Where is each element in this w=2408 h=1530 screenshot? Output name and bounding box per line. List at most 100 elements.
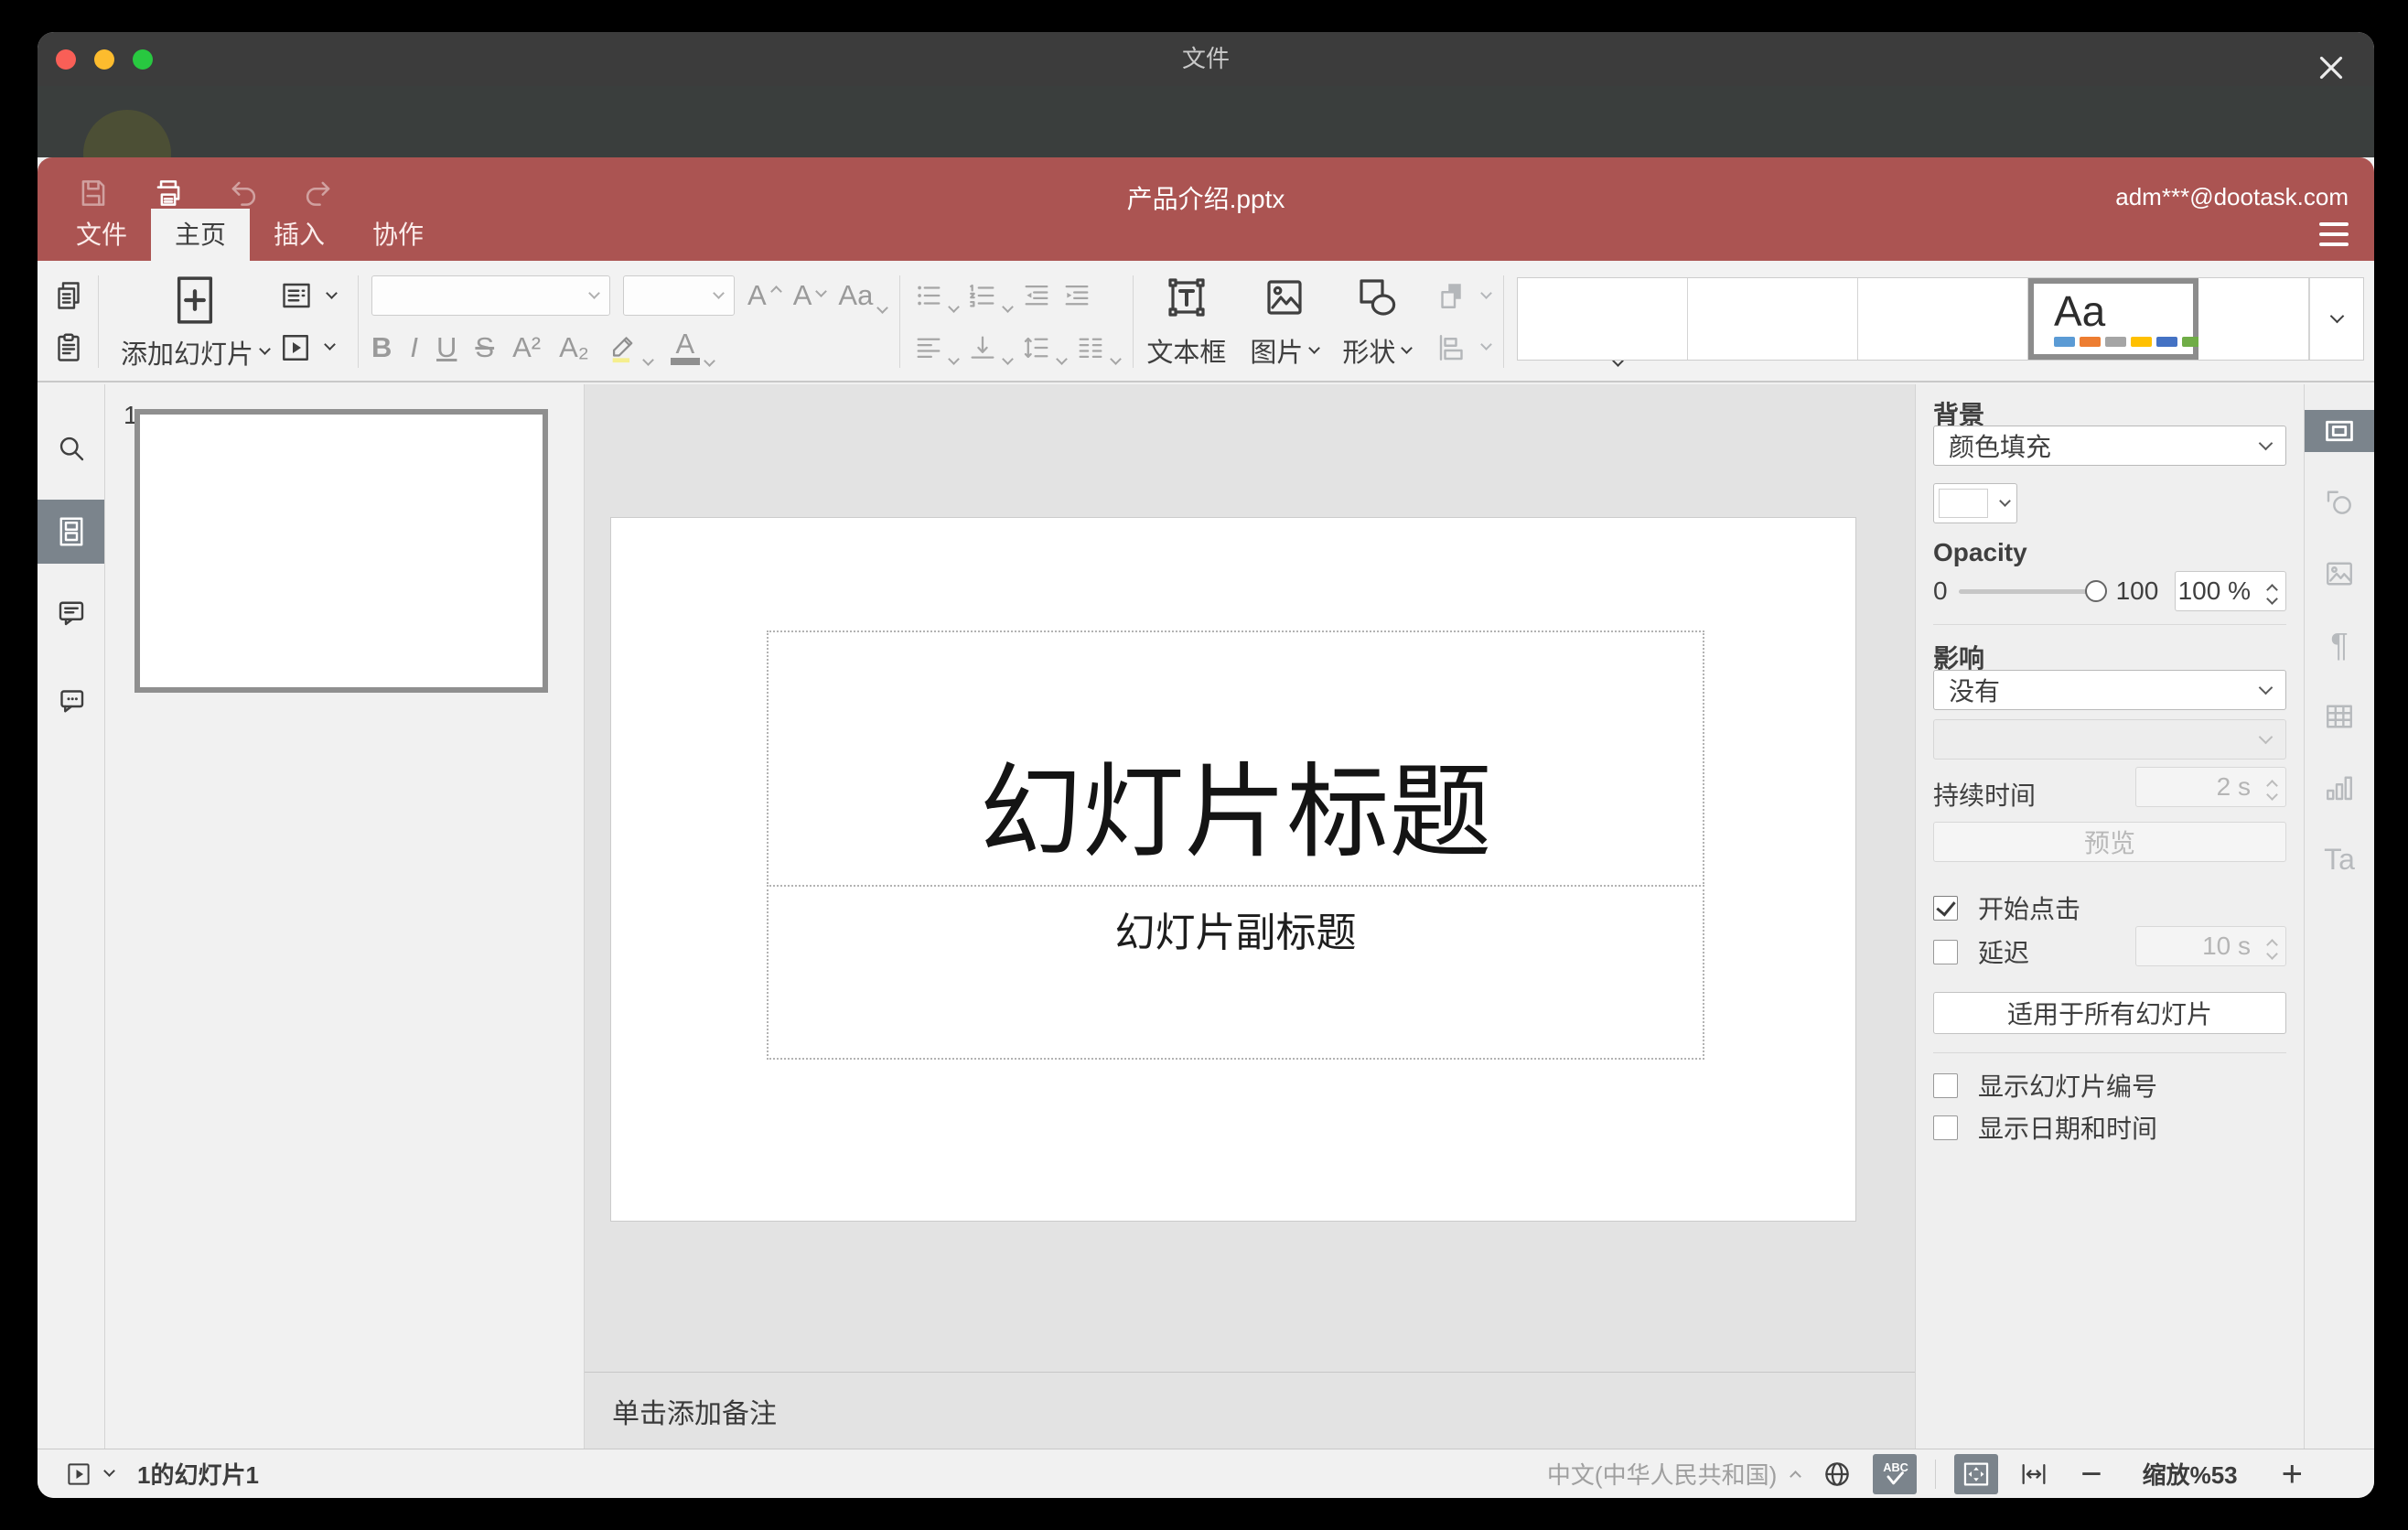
theme-thumbnail[interactable]: [1688, 278, 1858, 360]
show-slide-number-checkbox[interactable]: [1933, 1072, 1958, 1098]
underline-button[interactable]: U: [436, 331, 457, 364]
italic-button[interactable]: I: [410, 331, 418, 364]
insert-shape-button[interactable]: 形状: [1342, 270, 1414, 373]
change-case-button[interactable]: Aa: [838, 279, 889, 315]
slide[interactable]: 幻灯片标题 幻灯片副标题: [610, 517, 1856, 1222]
delay-checkbox[interactable]: [1933, 939, 1958, 964]
svg-text:ABC: ABC: [1883, 1460, 1908, 1474]
start-slideshow-button[interactable]: [278, 331, 336, 364]
strikethrough-button[interactable]: S: [475, 331, 494, 364]
start-on-click-checkbox[interactable]: [1933, 895, 1958, 921]
effect-type-select[interactable]: [1933, 719, 2286, 760]
slider-knob[interactable]: [2084, 580, 2107, 602]
theme-thumbnail[interactable]: [1858, 278, 2028, 360]
bold-button[interactable]: B: [371, 331, 392, 364]
status-divider: [1935, 1459, 1937, 1489]
notes-area[interactable]: 单击添加备注: [585, 1372, 1915, 1449]
toolbar-divider: [1133, 275, 1134, 368]
highlight-pen-icon: [607, 331, 639, 364]
delay-value: 10 s: [2202, 932, 2251, 960]
insert-image-button[interactable]: 图片: [1250, 270, 1321, 373]
align-shape-button[interactable]: [1435, 331, 1493, 364]
background-fill-select[interactable]: 颜色填充: [1933, 426, 2286, 466]
search-icon[interactable]: [55, 432, 88, 465]
chevron-down-icon[interactable]: [103, 1465, 115, 1477]
bullet-list-button[interactable]: [913, 280, 961, 314]
chevron-down-icon[interactable]: [2265, 947, 2278, 960]
superscript-button[interactable]: A²: [512, 331, 541, 364]
copy-icon[interactable]: [52, 279, 85, 312]
theme-thumbnail[interactable]: [2198, 278, 2309, 360]
globe-icon[interactable]: [1822, 1459, 1853, 1490]
decrease-font-button[interactable]: A: [793, 279, 828, 312]
zoom-in-button[interactable]: +: [2282, 1456, 2303, 1492]
insert-textbox-button[interactable]: 文本框: [1146, 270, 1226, 373]
chat-icon[interactable]: [55, 684, 88, 717]
theme-thumbnail-selected[interactable]: Aa: [2028, 278, 2203, 360]
slide-settings-tab-selected[interactable]: [2305, 410, 2374, 452]
table-settings-icon[interactable]: [2323, 700, 2356, 733]
slide-layout-button[interactable]: [278, 279, 338, 312]
effect-select[interactable]: 没有: [1933, 670, 2286, 710]
paragraph-settings-icon[interactable]: ¶: [2330, 629, 2348, 662]
toolbar-divider: [358, 275, 360, 368]
background-color-picker[interactable]: [1933, 483, 2017, 523]
delay-spinner[interactable]: 10 s: [2135, 926, 2286, 966]
columns-button[interactable]: [1075, 332, 1123, 365]
shape-settings-icon[interactable]: [2323, 486, 2356, 519]
font-name-combobox[interactable]: [371, 275, 611, 317]
apply-to-all-slides-button[interactable]: 适用于所有幻灯片: [1933, 992, 2286, 1034]
chart-settings-icon[interactable]: [2323, 771, 2356, 804]
tab-home[interactable]: 主页: [151, 209, 251, 261]
numbered-list-button[interactable]: [967, 280, 1015, 314]
spellcheck-button[interactable]: ABC: [1873, 1453, 1918, 1494]
fit-to-slide-button[interactable]: [1954, 1453, 1999, 1494]
opacity-slider[interactable]: [1958, 580, 2107, 602]
delay-label: 延迟: [1978, 939, 2030, 967]
add-slide-button[interactable]: 添加幻灯片: [121, 270, 271, 373]
horizontal-align-button[interactable]: [913, 332, 961, 365]
tab-insert[interactable]: 插入: [250, 209, 349, 261]
tab-collaboration[interactable]: 协作: [349, 209, 447, 261]
vertical-align-button[interactable]: [967, 332, 1015, 365]
paste-icon[interactable]: [52, 331, 85, 364]
menu-icon[interactable]: [2319, 222, 2349, 246]
tab-file[interactable]: 文件: [52, 209, 151, 261]
opacity-spinner[interactable]: 100 %: [2175, 571, 2286, 611]
image-settings-icon[interactable]: [2323, 557, 2356, 590]
increase-indent-icon[interactable]: [1061, 280, 1092, 311]
decrease-indent-icon[interactable]: [1021, 280, 1052, 311]
theme-thumbnail[interactable]: [1518, 278, 1688, 360]
close-icon[interactable]: [2312, 48, 2350, 87]
highlight-color-button[interactable]: [607, 331, 654, 366]
subscript-button[interactable]: A₂: [559, 331, 589, 364]
line-spacing-button[interactable]: [1021, 332, 1069, 365]
fit-to-width-button[interactable]: [2018, 1459, 2049, 1490]
slides-panel-tab-selected[interactable]: [38, 500, 104, 564]
increase-font-button[interactable]: A: [747, 279, 782, 312]
preview-button[interactable]: 预览: [1933, 822, 2286, 862]
chevron-down-icon[interactable]: [2265, 788, 2278, 801]
align-shapes-icon: [1435, 331, 1469, 364]
bullet-list-icon: [913, 280, 944, 311]
title-placeholder[interactable]: 幻灯片标题: [767, 630, 1704, 887]
language-label[interactable]: 中文(中华人民共和国): [1547, 1457, 1777, 1491]
start-slideshow-status-icon[interactable]: [65, 1460, 92, 1488]
font-size-combobox[interactable]: [623, 275, 736, 317]
effect-select-value: 没有: [1949, 677, 2001, 706]
comments-icon[interactable]: [55, 597, 88, 630]
show-date-time-checkbox[interactable]: [1933, 1115, 1958, 1140]
slide-thumbnail[interactable]: [134, 409, 548, 693]
theme-gallery-expand-button[interactable]: [2309, 278, 2363, 360]
subtitle-placeholder[interactable]: 幻灯片副标题: [767, 885, 1704, 1060]
duration-spinner[interactable]: 2 s: [2135, 767, 2286, 807]
columns-icon: [1075, 332, 1106, 363]
swatch: [2080, 337, 2101, 347]
chevron-down-icon[interactable]: [2265, 592, 2278, 605]
arrange-shape-button[interactable]: [1435, 279, 1493, 312]
font-color-button[interactable]: A: [670, 329, 715, 367]
status-right: 中文(中华人民共和国) ABC − 缩放%53 +: [1547, 1453, 2303, 1494]
textart-settings-icon[interactable]: Ta: [2324, 843, 2355, 876]
ribbon-tabs: 文件 主页 插入 协作: [52, 209, 447, 261]
zoom-out-button[interactable]: −: [2080, 1456, 2102, 1492]
